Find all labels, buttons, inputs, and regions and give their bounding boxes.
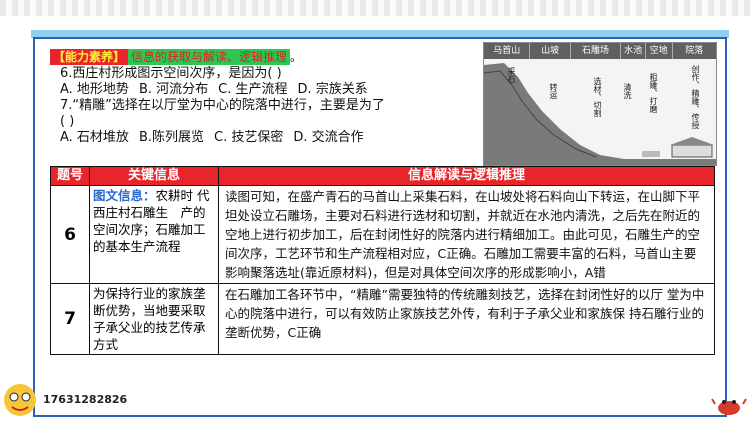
table-row: 7 为保持行业的家族垄断优势，当地要采取子承父业的技艺传承方式 在石雕加工各环节… <box>50 283 715 355</box>
table-header-row: 题号 关键信息 信息解读与逻辑推理 <box>50 166 715 186</box>
crab-icon <box>711 398 747 415</box>
key-text: 为保持行业的家族垄断优势，当地要采取子承父业的技艺传承方式 <box>93 286 206 352</box>
figure-label: 清洗 <box>623 83 632 99</box>
question-6-options: A. 地形地势 B. 河流分布 C. 生产流程 D. 宗族关系 <box>50 82 482 98</box>
option: C. 生产流程 <box>218 82 288 97</box>
col-header-key: 关键信息 <box>89 166 219 186</box>
zone-label: 院落 <box>685 46 704 56</box>
row-analysis: 在石雕加工各环节中，“精雕”需要独特的传统雕刻技艺，选择在封闭性好的以厅 堂为中… <box>218 283 715 355</box>
key-prefix: 图文信息： <box>93 188 156 203</box>
figure-zone-header: 马首山 山坡 石雕场 水池 空地 院落 <box>484 43 716 59</box>
row-key-info: 为保持行业的家族垄断优势，当地要采取子承父业的技艺传承方式 <box>89 283 219 355</box>
col-header-analysis: 信息解读与逻辑推理 <box>218 166 715 186</box>
row-analysis: 读图可知，在盛产青石的马首山上采集石料，在山坡处将石料向山下转运，在山脚下平坦处… <box>218 185 715 284</box>
col-header-number: 题号 <box>50 166 90 186</box>
option: A. 石材堆放 <box>60 130 129 145</box>
phone-number: 17631282826 <box>43 393 128 406</box>
option: D. 宗族关系 <box>297 82 368 97</box>
row-number: 6 <box>50 185 90 284</box>
question-7-line2: ( ) <box>60 114 75 129</box>
question-7-line1: 7.“精雕”选择在以厅堂为中心的院落中进行，主要是为了 <box>60 98 385 113</box>
row-number: 7 <box>50 283 90 355</box>
mascot-icon <box>4 384 36 416</box>
courtyard-roof <box>670 137 714 145</box>
ability-header: 【能力素养】 信息的获取与解读、逻辑推理。 <box>50 48 482 66</box>
figure-label: 选材、切割 <box>593 77 602 117</box>
pool-shape <box>642 151 660 157</box>
zone-label: 马首山 <box>484 43 531 59</box>
zone-label: 山坡 <box>530 43 571 59</box>
question-area: 【能力素养】 信息的获取与解读、逻辑推理。 6.西庄村形成图示空间次序，是因为( … <box>50 48 482 164</box>
zone-label: 水池 <box>621 43 646 59</box>
ability-tag: 【能力素养】 <box>50 49 129 65</box>
question-6: 6.西庄村形成图示空间次序，是因为( ) <box>60 66 282 81</box>
option: A. 地形地势 <box>60 82 129 97</box>
option: B.陈列展览 <box>138 130 204 145</box>
table-row: 6 图文信息：农耕时 代西庄村石雕生 产的空间次序；石雕加工的基本生产流程 读图… <box>50 185 715 284</box>
village-figure: 马首山 山坡 石雕场 水池 空地 院落 采石 转运 选材、切割 清洗 粗雕、打磨… <box>483 42 717 166</box>
analysis-table: 题号 关键信息 信息解读与逻辑推理 6 图文信息：农耕时 代西庄村石雕生 产的空… <box>50 166 715 355</box>
option: B. 河流分布 <box>138 82 209 97</box>
top-stripe <box>0 0 752 16</box>
zone-label: 空地 <box>646 43 673 59</box>
ability-period: 。 <box>290 50 303 64</box>
option: D. 交流合作 <box>293 130 364 145</box>
figure-label: 采石 <box>507 67 516 83</box>
row-key-info: 图文信息：农耕时 代西庄村石雕生 产的空间次序；石雕加工的基本生产流程 <box>89 185 219 284</box>
ability-tag-text: 信息的获取与解读、逻辑推理 <box>128 49 291 65</box>
option: C. 技艺保密 <box>214 130 284 145</box>
question-7-options: A. 石材堆放 B.陈列展览 C. 技艺保密 D. 交流合作 <box>50 130 482 146</box>
figure-label: 转运 <box>549 83 558 99</box>
courtyard-shape <box>671 144 713 158</box>
zone-label: 石雕场 <box>571 43 622 59</box>
figure-label: 创作、精雕、传授 <box>691 65 700 129</box>
figure-label: 粗雕、打磨 <box>649 73 658 113</box>
